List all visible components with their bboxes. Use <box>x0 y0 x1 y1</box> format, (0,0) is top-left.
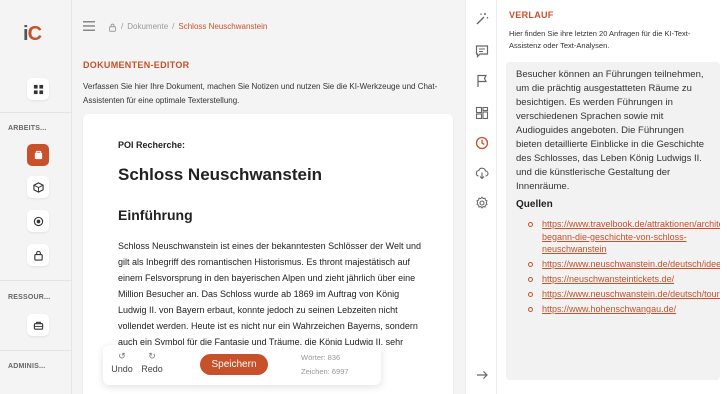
source-link[interactable]: https://www.hohenschwangau.de/ <box>528 303 708 316</box>
history-title: VERLAUF <box>509 10 554 20</box>
history-clock-icon[interactable] <box>473 134 491 152</box>
rail-section-label: ARBEITS... <box>8 125 47 132</box>
editor-description: Verfassen Sie hier Ihre Dokument, machen… <box>83 82 438 105</box>
history-panel: VERLAUF Hier finden Sie ihre letzten 20 … <box>497 0 728 394</box>
word-count: Wörter: 836 <box>301 353 341 362</box>
rail-section-label: RESSOUR... <box>8 294 51 301</box>
nav-rail: iC ARBEITS... RESSOUR... ADMINIS... <box>0 0 72 394</box>
source-link[interactable]: https://www.neuschwanstein.de/deutsch/to… <box>528 288 720 301</box>
sources-list: https://www.travelbook.de/attraktionen/a… <box>528 218 720 318</box>
document-heading: Schloss Neuschwanstein <box>118 165 323 184</box>
magic-wand-icon[interactable] <box>473 10 491 28</box>
history-entry-text: Besucher können an Führungen teilnehmen,… <box>516 69 704 192</box>
layout-icon[interactable] <box>473 104 491 122</box>
history-description: Hier finden Sie ihre letzten 20 Anfragen… <box>509 29 691 50</box>
rail-section-label: ADMINIS... <box>8 363 46 370</box>
redo-button[interactable]: ↻ Redo <box>139 351 165 375</box>
editor-action-bar: ↺ Undo ↻ Redo Speichern Wörter: 836 Zeic… <box>103 345 381 385</box>
editor-title: DOKUMENTEN-EDITOR <box>83 60 190 70</box>
source-link[interactable]: https://www.neuschwanstein.de/deutsch/id… <box>528 258 720 271</box>
documents-icon[interactable] <box>27 144 49 166</box>
document-label: POI Recherche: <box>118 140 186 150</box>
rail-divider <box>0 112 72 113</box>
chat-icon[interactable] <box>473 42 491 60</box>
resources-box-icon[interactable] <box>27 314 49 336</box>
undo-label: Undo <box>111 364 133 374</box>
tool-column <box>465 0 497 394</box>
breadcrumb-separator: / <box>172 22 175 31</box>
breadcrumb-separator: / <box>121 22 124 31</box>
sources-heading: Quellen <box>516 199 553 210</box>
breadcrumb-documents[interactable]: Dokumente <box>127 22 168 32</box>
source-link[interactable]: https://neuschwansteintickets.de/ <box>528 273 708 286</box>
breadcrumb-current: Schloss Neuschwanstein <box>178 22 268 31</box>
redo-label: Redo <box>141 364 163 374</box>
document-subheading: Einführung <box>118 207 193 223</box>
save-button[interactable]: Speichern <box>200 354 268 375</box>
hamburger-menu-icon[interactable] <box>83 21 95 31</box>
redo-icon: ↻ <box>148 351 156 361</box>
history-entry[interactable]: Besucher können an Führungen teilnehmen,… <box>506 62 720 380</box>
undo-button[interactable]: ↺ Undo <box>109 351 135 375</box>
source-link[interactable]: https://www.travelbook.de/attraktionen/a… <box>528 218 720 256</box>
settings-gear-icon[interactable] <box>473 194 491 212</box>
lock-icon[interactable] <box>108 23 117 32</box>
target-icon[interactable] <box>27 210 49 232</box>
flag-icon[interactable] <box>473 72 491 90</box>
dashboard-grid-icon[interactable] <box>27 78 49 100</box>
undo-icon: ↺ <box>118 351 126 361</box>
breadcrumb: / Dokumente / Schloss Neuschwanstein <box>108 22 267 32</box>
ai-cube-icon[interactable] <box>27 176 49 198</box>
character-count: Zeichen: 6997 <box>301 367 349 376</box>
app-logo[interactable]: iC <box>23 22 53 46</box>
lock-icon[interactable] <box>27 244 49 266</box>
rail-divider <box>0 280 72 281</box>
rail-divider <box>0 350 72 351</box>
cloud-download-icon[interactable] <box>473 164 491 182</box>
collapse-arrow-icon[interactable] <box>473 366 491 384</box>
